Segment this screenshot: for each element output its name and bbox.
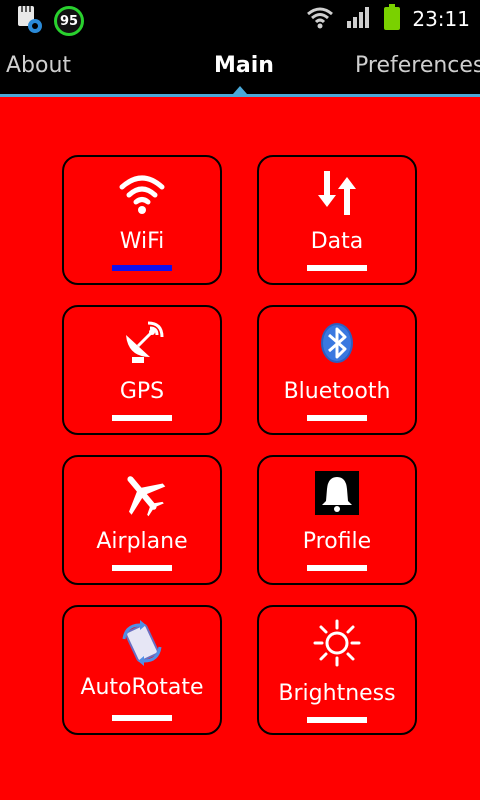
bluetooth-label: Bluetooth [283,379,391,404]
clock-time: 23:11 [412,7,470,31]
bell-icon [313,469,361,517]
airplane-icon [118,469,166,517]
battery-icon [384,3,401,35]
main-panel: WiFi Data GPS Bluetooth Airplane Profile… [0,97,480,800]
satellite-dish-icon [118,319,166,367]
airplane-toggle-tile[interactable]: Airplane [62,455,222,585]
tab-about[interactable]: About [6,53,71,78]
data-label: Data [310,229,364,254]
data-status-bar [307,265,367,271]
data-arrows-icon [313,169,361,217]
gps-status-bar [112,415,172,421]
rotate-icon [118,619,166,667]
sd-card-settings-icon [14,3,46,39]
wifi-label: WiFi [119,229,165,254]
tab-main[interactable]: Main [214,53,274,78]
brightness-status-bar [307,717,367,723]
gps-toggle-tile[interactable]: GPS [62,305,222,435]
gps-label: GPS [119,379,165,404]
tab-preferences[interactable]: Preferences [355,53,480,78]
bluetooth-status-bar [307,415,367,421]
profile-status-bar [307,565,367,571]
airplane-status-bar [112,565,172,571]
profile-toggle-tile[interactable]: Profile [257,455,417,585]
brightness-toggle-tile[interactable]: Brightness [257,605,417,735]
tab-selected-indicator [233,86,247,94]
autorotate-status-bar [112,715,172,721]
autorotate-toggle-tile[interactable]: AutoRotate [62,605,222,735]
autorotate-label: AutoRotate [80,675,204,700]
profile-label: Profile [302,529,372,554]
data-toggle-tile[interactable]: Data [257,155,417,285]
sun-icon [313,619,361,667]
wifi-signal-icon [306,5,334,34]
bluetooth-icon [313,319,361,367]
airplane-label: Airplane [96,529,188,554]
battery-percent-value: 95 [59,13,79,29]
brightness-label: Brightness [278,681,396,706]
battery-percent-ring: 95 [54,6,84,36]
cell-signal-icon [346,5,372,34]
wifi-toggle-tile[interactable]: WiFi [62,155,222,285]
bluetooth-toggle-tile[interactable]: Bluetooth [257,305,417,435]
wifi-status-bar [112,265,172,271]
status-bar: 95 23:11 [0,0,480,38]
wifi-icon [118,169,166,217]
